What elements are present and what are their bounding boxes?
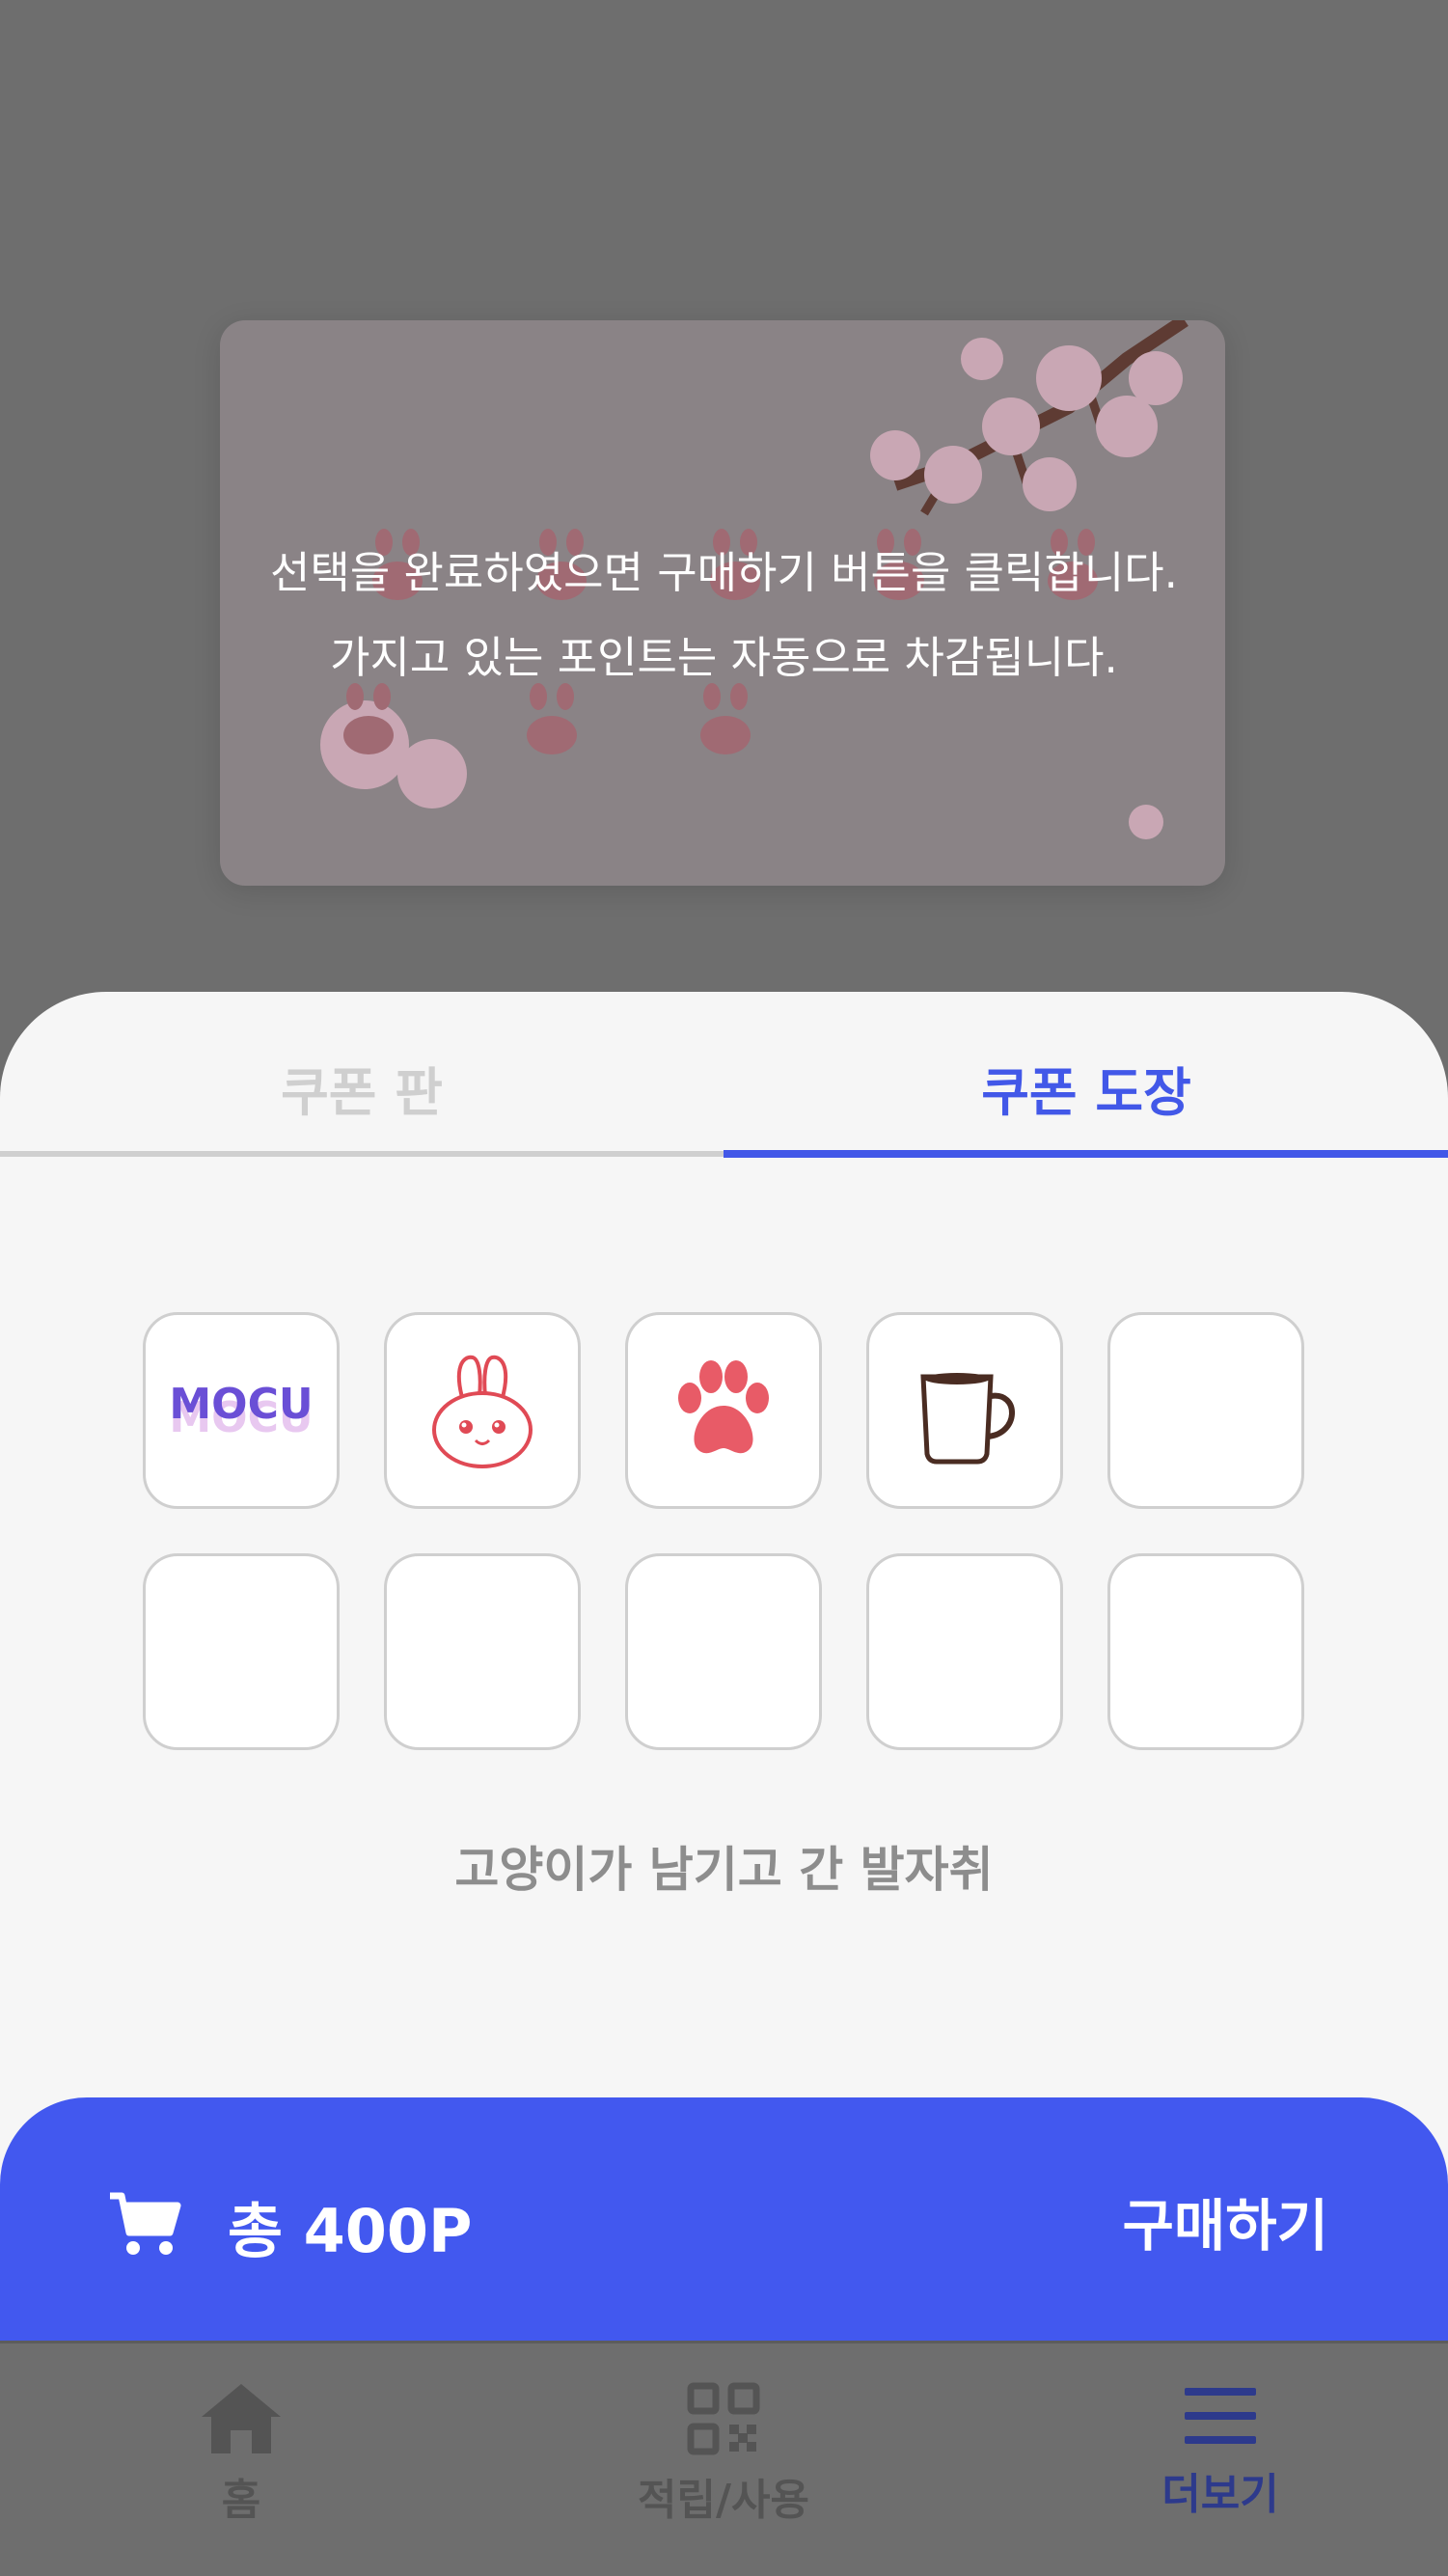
tab-coupon-stamp[interactable]: 쿠폰 도장 [724, 1050, 1448, 1126]
menu-icon [1185, 2388, 1256, 2444]
qr-code-icon [687, 2382, 760, 2455]
stamp-caption: 고양이가 남기고 간 발자취 [454, 1842, 994, 1898]
cart-icon [110, 2192, 181, 2255]
tab-underline-active [724, 1150, 1448, 1158]
tab-coupon-board[interactable]: 쿠폰 판 [0, 1050, 724, 1126]
coffee-mug-icon [920, 1373, 1015, 1465]
stamp-option[interactable] [384, 1312, 581, 1509]
mocu-logo-icon: MOCU MOCU [169, 1380, 313, 1442]
stamp-option[interactable] [625, 1312, 822, 1509]
stamp-grid: MOCU MOCU [143, 1312, 1304, 1750]
mocu-logo-text: MOCU [169, 1380, 313, 1429]
nav-item-points[interactable]: 적립/사용 [579, 2382, 868, 2527]
buy-button[interactable]: 구매하기 [1123, 2180, 1328, 2261]
stamp-option[interactable] [866, 1312, 1063, 1509]
guide-line-1: 선택을 완료하였으면 구매하기 버튼을 클릭합니다. [270, 547, 1178, 598]
bottom-nav: 홈 적립/사용 더보기 [0, 2341, 1448, 2576]
purchase-guide-text: 선택을 완료하였으면 구매하기 버튼을 클릭합니다. 가지고 있는 포인트는 자… [0, 531, 1448, 700]
total-points: 총 400P [228, 2196, 473, 2266]
coupon-tabs: 쿠폰 판 쿠폰 도장 [0, 992, 1448, 1160]
stamp-slot-empty[interactable] [384, 1553, 581, 1750]
nav-label-more: 더보기 [1161, 2470, 1279, 2519]
nav-label-home: 홈 [221, 2476, 261, 2525]
stamp-slot-empty[interactable] [866, 1553, 1063, 1750]
nav-item-more[interactable]: 더보기 [1076, 2382, 1365, 2521]
guide-line-2: 가지고 있는 포인트는 자동으로 차감됩니다. [330, 632, 1118, 683]
bunny-face-icon [432, 1355, 533, 1468]
stamp-slot-empty[interactable] [1107, 1553, 1304, 1750]
nav-label-points: 적립/사용 [638, 2476, 809, 2525]
paw-print-icon [678, 1360, 769, 1454]
stamp-slot-empty[interactable] [1107, 1312, 1304, 1509]
tab-underline-inactive [0, 1151, 724, 1157]
stamp-slot-empty[interactable] [625, 1553, 822, 1750]
nav-item-home[interactable]: 홈 [96, 2382, 386, 2527]
home-icon [202, 2384, 281, 2453]
stamp-slot-empty[interactable] [143, 1553, 340, 1750]
purchase-bar: 총 400P 구매하기 [0, 2097, 1448, 2341]
stamp-option[interactable]: MOCU MOCU [143, 1312, 340, 1509]
